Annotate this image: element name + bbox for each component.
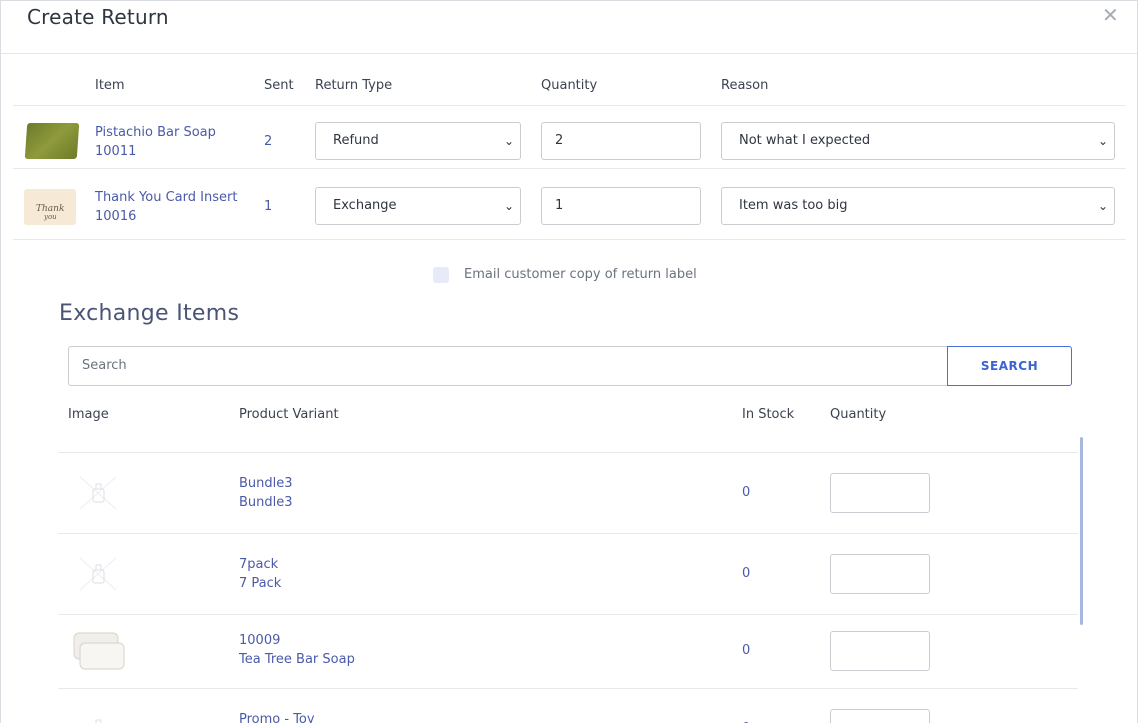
col-header-quantity: Quantity [541, 78, 598, 93]
table-row: Thank you Thank You Card Insert 10016 1 E… [13, 177, 1126, 240]
modal-header: Create Return ✕ [1, 1, 1137, 54]
col-header-sent: Sent [264, 78, 294, 93]
placeholder-image-icon [79, 476, 117, 510]
variant-name: 7 Pack [239, 576, 282, 591]
placeholder-image-icon [79, 557, 117, 591]
search-input[interactable]: Search [68, 346, 948, 386]
product-thumbnail: Thank you [24, 189, 76, 225]
chevron-down-icon: ⌄ [1097, 199, 1108, 213]
card-image: Thankyou [36, 204, 64, 221]
chevron-down-icon: ⌄ [1097, 134, 1108, 148]
quantity-input[interactable]: 2 [541, 122, 701, 160]
item-name-link[interactable]: Pistachio Bar Soap 10011 [95, 123, 216, 161]
item-name-link[interactable]: Thank You Card Insert 10016 [95, 188, 237, 226]
col-header-reason: Reason [721, 78, 769, 93]
return-type-select[interactable]: Refund ⌄ [315, 122, 521, 160]
exchange-quantity-input[interactable] [830, 554, 930, 594]
col-header-quantity: Quantity [830, 407, 887, 422]
col-header-product-variant: Product Variant [239, 407, 339, 422]
exchange-quantity-input[interactable] [830, 631, 930, 671]
sent-count: 1 [264, 199, 273, 214]
table-row: 7pack 7 Pack 0 [58, 534, 1078, 615]
col-header-image: Image [68, 407, 109, 422]
variant-name: Tea Tree Bar Soap [239, 652, 355, 667]
chevron-down-icon: ⌄ [503, 199, 514, 213]
variant-sku-link[interactable]: Promo - Toy [239, 710, 315, 723]
stock-count: 0 [742, 566, 751, 581]
svg-text:you: you [43, 213, 57, 221]
placeholder-image-icon [95, 719, 102, 723]
stock-count: 0 [742, 485, 751, 500]
sent-count: 2 [264, 134, 273, 149]
exchange-quantity-input[interactable] [830, 473, 930, 513]
close-icon[interactable]: ✕ [1102, 5, 1119, 25]
stock-count: 0 [742, 643, 751, 658]
col-header-return-type: Return Type [315, 78, 393, 93]
product-thumbnail [73, 632, 125, 670]
email-copy-checkbox[interactable] [433, 267, 449, 283]
email-copy-label: Email customer copy of return label [464, 267, 697, 282]
quantity-input[interactable]: 1 [541, 187, 701, 225]
return-type-select[interactable]: Exchange ⌄ [315, 187, 521, 225]
modal-title: Create Return [27, 5, 169, 29]
create-return-modal: Create Return ✕ Item Sent Return Type Qu… [0, 0, 1138, 723]
variant-sku-link[interactable]: 10009 [239, 631, 280, 650]
variant-sku-link[interactable]: Bundle3 [239, 474, 293, 493]
reason-select[interactable]: Item was too big ⌄ [721, 187, 1115, 225]
scrollbar[interactable] [1080, 437, 1083, 625]
table-row: Pistachio Bar Soap 10011 2 Refund ⌄ 2 Not… [13, 106, 1126, 169]
table-row: 10009 Tea Tree Bar Soap 0 [58, 615, 1078, 689]
table-row: Promo - Toy 0 [58, 689, 1078, 723]
table-row: Bundle3 Bundle3 0 [58, 453, 1078, 534]
chevron-down-icon: ⌄ [503, 134, 514, 148]
variant-sku-link[interactable]: 7pack [239, 555, 278, 574]
col-header-item: Item [95, 78, 125, 93]
product-thumbnail [24, 123, 80, 159]
reason-select[interactable]: Not what I expected ⌄ [721, 122, 1115, 160]
variant-name: Bundle3 [239, 495, 293, 510]
exchange-items-heading: Exchange Items [59, 301, 240, 326]
col-header-in-stock: In Stock [742, 407, 795, 422]
search-button[interactable]: SEARCH [947, 346, 1072, 386]
exchange-quantity-input[interactable] [830, 709, 930, 723]
